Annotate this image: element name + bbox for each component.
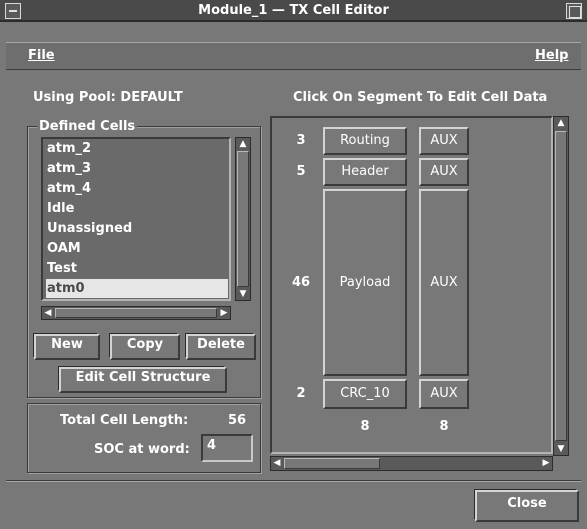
- arrow-left-icon[interactable]: ◀: [272, 458, 282, 468]
- aux-column-width: 8: [439, 419, 449, 434]
- menu-file[interactable]: File: [28, 48, 55, 63]
- segment-payload-button[interactable]: Payload: [323, 189, 407, 376]
- pool-label: Using Pool: DEFAULT: [33, 90, 183, 105]
- edit-cell-structure-button[interactable]: Edit Cell Structure: [59, 367, 227, 393]
- total-length-value: 56: [228, 413, 247, 428]
- list-item-selected[interactable]: atm0: [46, 279, 228, 298]
- arrow-up-icon[interactable]: ▲: [237, 139, 249, 149]
- segment-crc-button[interactable]: CRC_10: [323, 379, 407, 409]
- segment-size: 46: [291, 275, 311, 290]
- new-button-frame: New: [33, 333, 100, 360]
- maximize-button[interactable]: [566, 3, 582, 19]
- list-item[interactable]: Test: [46, 259, 228, 278]
- segment-hscroll-thumb[interactable]: [284, 458, 380, 469]
- close-button-frame: Close: [474, 489, 579, 522]
- segment-routing-button[interactable]: Routing: [323, 127, 407, 155]
- copy-button-frame: Copy: [109, 333, 180, 360]
- list-item[interactable]: OAM: [46, 239, 228, 258]
- list-item[interactable]: atm_4: [46, 179, 228, 198]
- new-button[interactable]: New: [34, 334, 100, 360]
- copy-button[interactable]: Copy: [110, 334, 180, 360]
- square-icon: [569, 6, 581, 18]
- arrow-up-icon[interactable]: ▲: [555, 118, 567, 128]
- defined-cells-title: Defined Cells: [37, 119, 138, 134]
- aux-crc-button[interactable]: AUX: [419, 379, 469, 409]
- list-scroll-thumb[interactable]: [237, 151, 249, 287]
- delete-button-frame: Delete: [185, 333, 256, 360]
- list-item[interactable]: atm_2: [46, 139, 228, 158]
- arrow-right-icon[interactable]: ▶: [219, 308, 229, 318]
- segment-size: 3: [296, 133, 306, 148]
- menu-help[interactable]: Help: [535, 48, 568, 63]
- list-hscroll-thumb[interactable]: [55, 308, 217, 318]
- list-item[interactable]: Idle: [46, 199, 228, 218]
- main-column-width: 8: [360, 419, 370, 434]
- aux-routing-button[interactable]: AUX: [419, 127, 469, 155]
- edit-structure-button-frame: Edit Cell Structure: [58, 366, 227, 393]
- segment-header-button[interactable]: Header: [323, 158, 407, 186]
- arrow-down-icon[interactable]: ▼: [237, 289, 249, 299]
- menu-bar: [6, 42, 581, 70]
- arrow-down-icon[interactable]: ▼: [555, 444, 567, 454]
- segment-size: 5: [296, 164, 306, 179]
- separator: [6, 480, 581, 482]
- aux-payload-button[interactable]: AUX: [419, 189, 469, 376]
- instruction-label: Click On Segment To Edit Cell Data: [293, 90, 548, 105]
- arrow-right-icon[interactable]: ▶: [541, 458, 551, 468]
- segment-size: 2: [296, 386, 306, 401]
- list-item[interactable]: atm_3: [46, 159, 228, 178]
- delete-button[interactable]: Delete: [186, 334, 256, 360]
- close-button[interactable]: Close: [475, 490, 579, 522]
- arrow-left-icon[interactable]: ◀: [43, 308, 53, 318]
- total-length-label: Total Cell Length:: [60, 413, 189, 428]
- segment-vscroll-thumb[interactable]: [555, 131, 567, 441]
- soc-label: SOC at word:: [94, 442, 190, 457]
- list-item[interactable]: Unassigned: [46, 219, 228, 238]
- soc-input[interactable]: 4: [201, 434, 253, 462]
- window-title: Module_1 — TX Cell Editor: [198, 3, 389, 18]
- aux-header-button[interactable]: AUX: [419, 158, 469, 186]
